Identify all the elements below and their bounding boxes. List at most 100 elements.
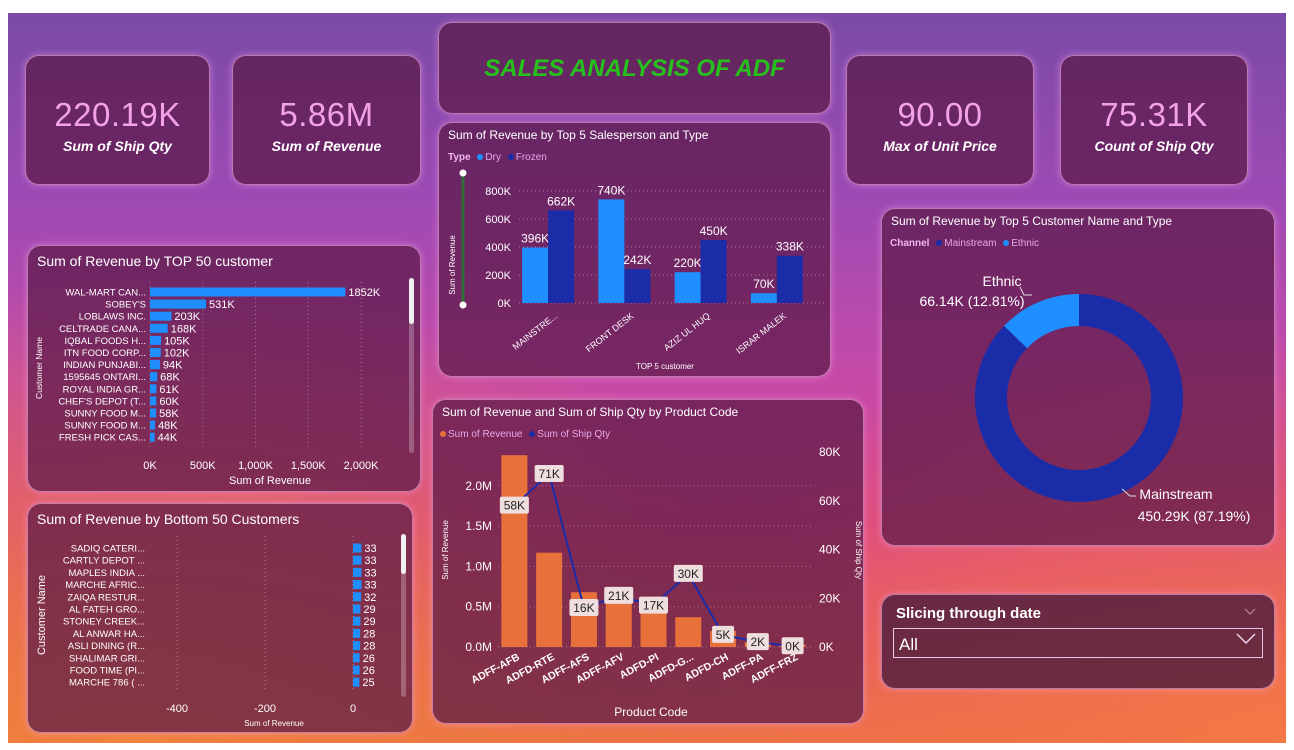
y-axis-title: Customer Name: [34, 337, 44, 399]
bar: [353, 580, 362, 590]
bar-revenue: [536, 552, 563, 647]
bar-revenue: [675, 617, 702, 647]
y-tick-label: AL FATEH GRO...: [69, 605, 145, 616]
bar-frozen: [548, 210, 575, 303]
y-tick-label: 600K: [485, 214, 511, 226]
product-chart-card[interactable]: Sum of Revenue and Sum of Ship Qty by Pr…: [432, 399, 864, 724]
data-label: 33: [364, 543, 376, 555]
bar: [353, 567, 362, 577]
y-tick-label: CARTLY DEPOT ...: [63, 556, 145, 567]
slice-name-ethnic: Ethnic: [983, 273, 1022, 289]
x-tick-label: ISRAR MALEK: [734, 311, 788, 356]
kpi-card-count-ship-qty[interactable]: 75.31K Count of Ship Qty: [1060, 55, 1248, 185]
chevron-down-icon[interactable]: [1236, 633, 1256, 645]
y-tick-label: INDIAN PUNJABI...: [63, 360, 146, 371]
y-tick-label: SUNNY FOOD M...: [64, 409, 146, 420]
data-label: 29: [363, 604, 375, 616]
data-label: 105K: [164, 335, 190, 347]
bar-revenue: [605, 597, 632, 647]
kpi-card-revenue[interactable]: 5.86M Sum of Revenue: [232, 55, 421, 185]
slicer-title: Slicing through date: [896, 605, 1041, 622]
bottom50-chart-card[interactable]: Sum of Revenue by Bottom 50 Customers -4…: [27, 503, 413, 733]
y-tick-label: WAL-MART CAN...: [65, 288, 146, 299]
bar: [150, 432, 155, 442]
y2-tick-label: 20K: [819, 591, 840, 605]
date-slicer-dropdown[interactable]: All: [893, 628, 1263, 658]
data-label: 242K: [623, 253, 651, 267]
y-tick-label: 0.0M: [465, 640, 492, 654]
kpi-card-ship-qty[interactable]: 220.19K Sum of Ship Qty: [25, 55, 210, 185]
data-label: 33: [364, 567, 376, 579]
y-tick-label: FOOD TIME (PI...: [70, 666, 145, 677]
kpi-label: Max of Unit Price: [883, 138, 997, 154]
product-chart-plot[interactable]: 0.0M0.5M1.0M1.5M2.0M0K20K40K60K80KSum of…: [433, 400, 863, 723]
customer-type-chart-plot[interactable]: Ethnic 66.14K (12.81%) Mainstream 450.29K (…: [882, 209, 1274, 545]
data-label: 17K: [643, 599, 664, 613]
y-tick-label: SOBEY'S: [105, 300, 146, 311]
top50-chart-card[interactable]: Sum of Revenue by TOP 50 customer 0K 500K…: [27, 245, 421, 492]
bar-revenue: [501, 455, 528, 647]
y-tick-label: AL ANWAR HA...: [73, 629, 145, 640]
bar: [353, 641, 361, 651]
x-tick-label: 1,500K: [291, 460, 327, 472]
x-tick-label: 1,000K: [238, 460, 274, 472]
bar: [353, 555, 362, 565]
bar: [353, 543, 362, 553]
date-slicer[interactable]: Slicing through date All: [881, 594, 1275, 689]
slider-handle-bottom: [459, 301, 467, 309]
customer-type-chart-card[interactable]: Sum of Revenue by Top 5 Customer Name an…: [881, 208, 1275, 546]
slice-name-mainstream: Mainstream: [1139, 486, 1212, 502]
bar: [353, 616, 361, 626]
bar: [150, 311, 172, 321]
y-tick-label: 400K: [485, 242, 511, 254]
top50-chart-plot[interactable]: 0K 500K 1,000K 1,500K 2,000K WAL-MART CAN... 1…: [28, 246, 420, 491]
y-tick-label: CHEF'S DEPOT (T...: [58, 396, 146, 407]
y-tick-label: MARCHE 786 ( ...: [69, 678, 145, 689]
y2-tick-label: 60K: [819, 494, 840, 508]
kpi-label: Count of Ship Qty: [1094, 138, 1214, 154]
x-tick-label: 0: [350, 703, 356, 715]
bar: [150, 408, 157, 418]
x-tick-label: -400: [166, 703, 188, 715]
y-tick-label: 0.5M: [465, 600, 492, 614]
bottom50-chart-plot[interactable]: -400 -200 0 SADIQ CATERI... 33 CARTLY DEPOT .…: [28, 504, 412, 732]
y2-tick-label: 40K: [819, 543, 840, 557]
bar-frozen: [776, 255, 803, 303]
data-label: 32: [364, 592, 376, 604]
data-label: 44K: [158, 432, 178, 444]
top50-scroll-thumb[interactable]: [409, 278, 414, 324]
x-axis-title: Product Code: [614, 705, 688, 719]
salesperson-chart-card[interactable]: Sum of Revenue by Top 5 Salesperson and …: [438, 122, 831, 377]
data-label: 2K: [750, 635, 765, 649]
data-label: 531K: [209, 299, 235, 311]
data-label: 0K: [785, 639, 800, 653]
data-label: 338K: [776, 240, 804, 254]
data-label: 33: [364, 555, 376, 567]
x-tick-label: 500K: [190, 460, 216, 472]
x-axis-title: Sum of Revenue: [244, 719, 304, 728]
bottom50-scroll-thumb[interactable]: [401, 534, 406, 574]
x-tick-label: -200: [254, 703, 276, 715]
data-label: 33: [364, 580, 376, 592]
data-label: 25: [362, 677, 374, 689]
salesperson-chart-plot[interactable]: 0K 200K 400K 600K 800K Sum of Revenue 396K 662K…: [439, 123, 830, 376]
data-label: 1852K: [348, 287, 380, 299]
y-tick-label: ROYAL INDIA GR...: [63, 384, 146, 395]
slicer-value: All: [899, 635, 918, 654]
y-tick-label: 0K: [498, 298, 512, 310]
bar-dry: [674, 272, 701, 303]
y-tick-label: ASLI DINING (R...: [68, 641, 145, 652]
data-label: 94K: [163, 360, 183, 372]
bar: [150, 396, 157, 406]
data-label: 58K: [159, 408, 179, 420]
bar: [353, 592, 362, 602]
chevron-down-icon[interactable]: [1244, 608, 1256, 616]
bar: [150, 348, 161, 357]
bar: [150, 372, 158, 382]
bar: [353, 665, 360, 675]
x-tick-label: AZIZ UL HUQ: [662, 311, 712, 353]
bar: [353, 628, 361, 638]
data-label: 203K: [174, 311, 200, 323]
bar: [150, 420, 156, 430]
kpi-card-max-unit-price[interactable]: 90.00 Max of Unit Price: [846, 55, 1034, 185]
